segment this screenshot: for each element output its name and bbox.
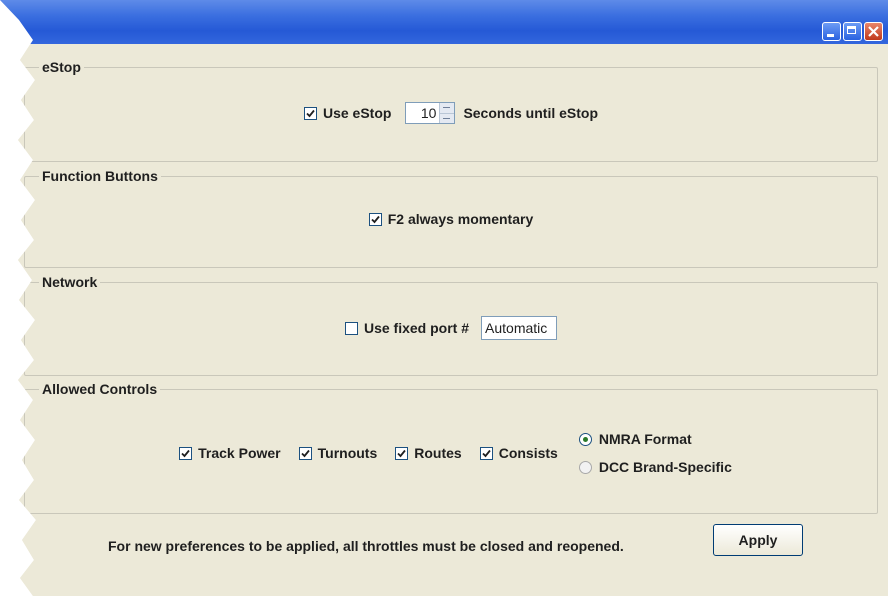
spinner-buttons xyxy=(439,103,455,123)
checkbox-box[interactable] xyxy=(298,446,312,460)
checkbox-box[interactable] xyxy=(303,106,317,120)
checkmark-icon xyxy=(482,449,491,457)
fixed-port-checkbox[interactable]: Use fixed port # xyxy=(344,320,470,336)
preferences-content: eStop Use eStop 10 Seconds until eStop F… xyxy=(0,44,888,596)
checkbox-box[interactable] xyxy=(395,446,409,460)
close-icon[interactable] xyxy=(864,22,883,41)
turnouts-checkbox[interactable]: Turnouts xyxy=(298,445,378,461)
minimize-icon[interactable] xyxy=(822,22,841,41)
port-number-input[interactable]: Automatic xyxy=(481,316,558,340)
network-panel: Network Use fixed port # Automatic xyxy=(24,274,878,376)
allowed-controls-row: Track Power Turnouts Routes Consists NMR… xyxy=(25,423,877,483)
f2-momentary-checkbox[interactable]: F2 always momentary xyxy=(368,211,534,227)
network-row: Use fixed port # Automatic xyxy=(25,316,877,340)
f2-momentary-label: F2 always momentary xyxy=(387,211,534,227)
fixed-port-label: Use fixed port # xyxy=(363,320,470,336)
spinner-up-icon[interactable] xyxy=(440,103,455,114)
estop-seconds-spinner[interactable]: 10 xyxy=(405,102,456,124)
seconds-until-estop-label: Seconds until eStop xyxy=(463,105,599,121)
dcc-brand-label: DCC Brand-Specific xyxy=(598,459,732,475)
checkbox-box[interactable] xyxy=(344,321,358,335)
radio-unselected-icon[interactable] xyxy=(578,460,592,474)
nmra-format-radio[interactable]: NMRA Format xyxy=(578,425,732,453)
function-buttons-panel-title: Function Buttons xyxy=(39,168,161,184)
apply-button[interactable]: Apply xyxy=(713,524,803,556)
checkmark-icon xyxy=(300,449,310,457)
routes-checkbox[interactable]: Routes xyxy=(395,445,462,461)
spinner-down-icon[interactable] xyxy=(440,113,455,123)
estop-row: Use eStop 10 Seconds until eStop xyxy=(25,102,877,124)
turnouts-label: Turnouts xyxy=(317,445,378,461)
checkmark-icon xyxy=(371,215,380,223)
restart-note: For new preferences to be applied, all t… xyxy=(108,538,624,554)
consists-label: Consists xyxy=(498,445,558,461)
preferences-window: eStop Use eStop 10 Seconds until eStop F… xyxy=(0,0,888,596)
function-buttons-row: F2 always momentary xyxy=(25,211,877,227)
routes-label: Routes xyxy=(414,445,462,461)
use-estop-checkbox[interactable]: Use eStop xyxy=(303,105,392,121)
use-estop-label: Use eStop xyxy=(322,105,392,121)
title-bar[interactable] xyxy=(0,0,888,44)
consists-checkbox[interactable]: Consists xyxy=(479,445,558,461)
restart-note-text: For new preferences to be applied, all t… xyxy=(108,538,624,554)
checkbox-box[interactable] xyxy=(479,446,493,460)
maximize-icon[interactable] xyxy=(843,22,862,41)
estop-panel-title: eStop xyxy=(39,59,84,75)
allowed-controls-panel: Allowed Controls Track Power Turnouts Ro… xyxy=(24,381,878,514)
function-buttons-panel: Function Buttons F2 always momentary xyxy=(24,168,878,268)
nmra-format-label: NMRA Format xyxy=(598,431,692,447)
checkmark-icon xyxy=(306,109,315,117)
track-power-label: Track Power xyxy=(198,445,281,461)
checkmark-icon xyxy=(181,449,190,457)
network-panel-title: Network xyxy=(39,274,101,290)
radio-selected-icon[interactable] xyxy=(578,432,592,446)
estop-panel: eStop Use eStop 10 Seconds until eStop xyxy=(24,59,878,162)
checkmark-icon xyxy=(397,449,406,457)
estop-seconds-value[interactable]: 10 xyxy=(406,103,439,123)
allowed-controls-panel-title: Allowed Controls xyxy=(39,381,161,397)
checkbox-box[interactable] xyxy=(179,446,193,460)
track-power-checkbox[interactable]: Track Power xyxy=(179,445,281,461)
dcc-brand-radio[interactable]: DCC Brand-Specific xyxy=(578,453,732,481)
checkbox-box[interactable] xyxy=(368,212,382,226)
format-radio-group: NMRA Format DCC Brand-Specific xyxy=(578,425,732,481)
